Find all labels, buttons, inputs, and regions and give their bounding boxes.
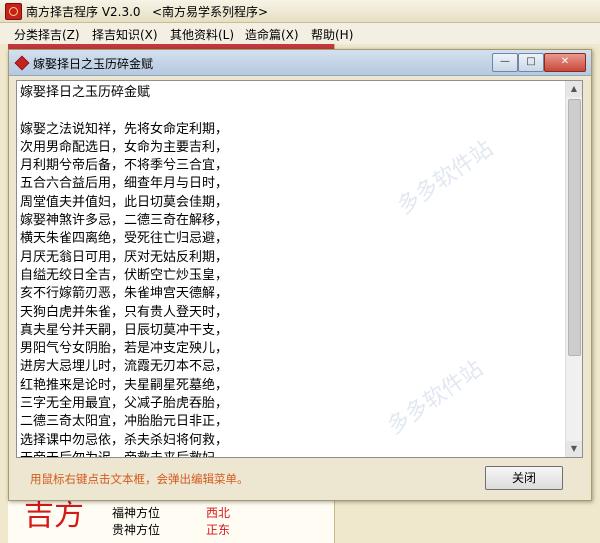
text-line: 嫁娶神煞许多忌，二德三奇在解移， xyxy=(20,213,229,229)
scroll-up-icon[interactable]: ▲ xyxy=(566,81,582,97)
content-textarea[interactable]: 嫁娶择日之玉历碎金赋 嫁娶之法说知祥，先将女命定利期， 次用男命配选日，女命为主要… xyxy=(16,80,583,458)
text-line: 天狗白虎并朱雀，只有贵人登天时， xyxy=(20,304,229,320)
dialog-title: 嫁娶择日之玉历碎金赋 xyxy=(33,57,154,71)
app-icon xyxy=(5,3,22,20)
vertical-scrollbar[interactable]: ▲ ▼ xyxy=(565,81,582,457)
background-left-panel xyxy=(0,44,8,543)
text-line: 周堂值夫并值妇，此日切莫会佳期， xyxy=(20,194,229,210)
main-title-bar: 南方择吉程序 V2.3.0 <南方易学系列程序> xyxy=(0,0,600,23)
text-line: 嫁娶择日之玉历碎金赋 xyxy=(20,85,151,100)
menu-selection-knowledge[interactable]: 择吉知识(X) xyxy=(92,26,158,43)
text-line: 三字无全用最宜，父减子胎虎吞胎， xyxy=(20,396,229,412)
text-line: 亥不行嫁箭刃恶，朱雀坤宫天德解， xyxy=(20,286,229,302)
text-line: 次用男命配选日，女命为主要吉利， xyxy=(20,139,229,155)
text-line: 五合六合益后用，细查年月与日时， xyxy=(20,176,229,192)
close-window-button[interactable]: ✕ xyxy=(544,53,586,72)
text-dialog: 嫁娶择日之玉历碎金赋 — □ ✕ 嫁娶择日之玉历碎金赋 嫁娶之法说知祥，先将女命… xyxy=(8,49,592,501)
text-line: 进房大忌埋儿时，流霞无刃本不忌， xyxy=(20,359,229,375)
menu-other-materials[interactable]: 其他资料(L) xyxy=(170,26,234,43)
auspicious-direction-heading: 吉方 xyxy=(24,498,84,533)
menu-help[interactable]: 帮助(H) xyxy=(311,26,353,43)
menu-classified-selection[interactable]: 分类择吉(Z) xyxy=(14,26,80,43)
text-line: 真夫星兮并天嗣，日辰切莫冲干支， xyxy=(20,322,229,338)
content-text: 嫁娶择日之玉历碎金赋 嫁娶之法说知祥，先将女命定利期， 次用男命配选日，女命为主要… xyxy=(20,84,560,457)
text-line: 红艳推来是论时，夫星嗣星死墓绝， xyxy=(20,377,229,393)
dialog-icon xyxy=(14,55,30,71)
main-window-title: 南方择吉程序 V2.3.0 <南方易学系列程序> xyxy=(26,5,269,19)
fortune-god-value: 西北 xyxy=(206,506,231,520)
text-line: 月利期兮帝后备，不将季兮三合宜， xyxy=(20,158,229,174)
text-line: 选择课中勿忌依，杀夫杀妇将何救， xyxy=(20,432,229,448)
text-line: 自缢无绞日全吉，伏断空亡炒玉皇， xyxy=(20,267,229,283)
text-line: 横天朱雀四离绝，受死往亡归忌避， xyxy=(20,231,229,247)
maximize-button[interactable]: □ xyxy=(518,53,544,72)
text-line: 男阳气兮女阴胎，若是冲支定殃儿， xyxy=(20,341,229,357)
text-line: 二德三奇太阳宜，冲胎胎元日非正， xyxy=(20,414,229,430)
text-line xyxy=(20,102,560,120)
scroll-thumb[interactable] xyxy=(568,99,581,356)
menu-bar: 分类择吉(Z) 择吉知识(X) 其他资料(L) 造命篇(X) 帮助(H) xyxy=(0,23,600,45)
close-button[interactable]: 关闭 xyxy=(485,466,563,490)
dialog-title-bar[interactable]: 嫁娶择日之玉历碎金赋 — □ ✕ xyxy=(9,50,591,76)
edit-menu-hint: 用鼠标右键点击文本框，会弹出编辑菜单。 xyxy=(30,472,249,486)
text-line: 天帝天后勿为迟，帝救夫来后救妇， xyxy=(20,450,560,457)
minimize-button[interactable]: — xyxy=(492,53,518,72)
noble-god-value: 正东 xyxy=(206,523,231,537)
text-line: 月厌无翁日可用，厌对无姑反利期， xyxy=(20,249,229,265)
fortune-god-label: 福神方位 xyxy=(112,506,161,520)
menu-destiny[interactable]: 造命篇(X) xyxy=(245,26,299,43)
noble-god-label: 贵神方位 xyxy=(112,523,161,537)
text-line: 嫁娶之法说知祥，先将女命定利期， xyxy=(20,121,229,137)
scroll-down-icon[interactable]: ▼ xyxy=(566,441,582,457)
